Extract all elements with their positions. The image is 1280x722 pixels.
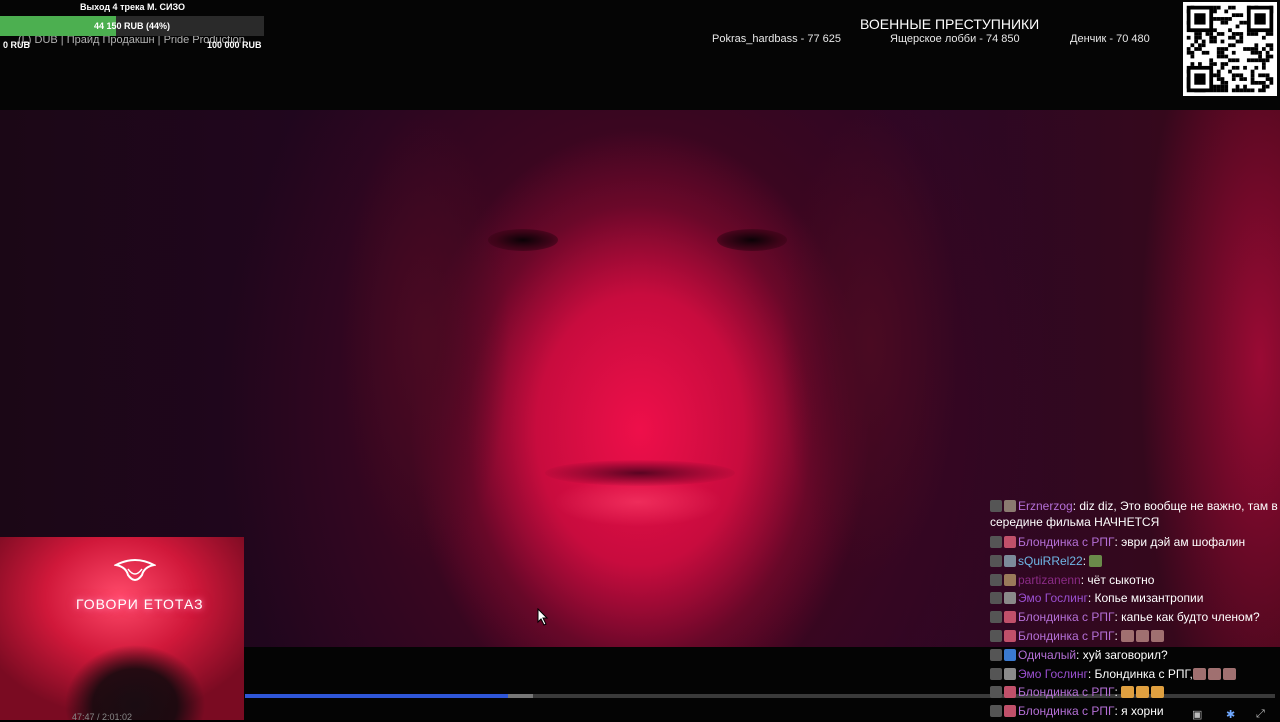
chat-emote-icon — [1151, 686, 1165, 699]
chat-badge-icon — [990, 648, 1002, 661]
chat-emote-icon — [1121, 629, 1135, 642]
goal-title: Выход 4 трека М. СИЗО — [80, 2, 185, 12]
chat-badge-icon — [1004, 629, 1016, 642]
face-mouth — [545, 460, 735, 486]
chat-badge-icon — [1004, 667, 1016, 680]
chat-username[interactable]: Блондинка с РПГ — [1018, 704, 1115, 718]
leaderboard-entry: Pokras_hardbass - 77 625 — [712, 33, 842, 45]
chat-badge-icon — [1004, 686, 1016, 699]
chat-emote-icon — [1151, 629, 1165, 642]
face-eye-right — [717, 229, 787, 251]
chat-badge-icon — [1004, 500, 1016, 512]
chat-emote-icon — [1089, 554, 1103, 567]
goal-progress-bar: 44 150 RUB (44%) — [0, 16, 264, 36]
chat-emote-icon — [1207, 667, 1221, 680]
chat-username[interactable]: Одичалый — [1018, 648, 1076, 662]
chat-badge-icon — [1004, 573, 1016, 586]
chat-message: Блондинка с РПГ: я хорни — [990, 702, 1278, 720]
chat-message: Эмо Гослинг: Блондинка с РПГ, — [990, 665, 1278, 684]
chat-message: partizanenn: чёт сыкотно — [990, 571, 1278, 590]
chat-text: капье как будто членом? — [1121, 610, 1260, 625]
qr-code — [1183, 2, 1277, 96]
chat-separator: : — [1076, 647, 1083, 662]
chat-badge-icon — [990, 667, 1002, 680]
neon-sign-text: ГОВОРИ ЕТОТАЗ — [76, 596, 204, 612]
chat-message: Erznerzog: diz diz, Это вообще не важно,… — [990, 498, 1278, 530]
chat-message: Эмо Гослинг: Копье мизантропии — [990, 589, 1278, 608]
player-progress-fill — [245, 694, 508, 698]
chat-badge-icon — [1004, 648, 1016, 661]
goal-max-label: 100 000 RUB — [207, 40, 262, 50]
chat-badge-icon — [990, 500, 1002, 512]
chat-badge-icon — [990, 536, 1002, 548]
chat-text: я хорни — [1121, 704, 1164, 719]
chat-message: Блондинка с РПГ: эври дэй ам шофалин — [990, 533, 1278, 552]
chat-emote-icon — [1192, 667, 1206, 680]
chat-username[interactable]: Эмо Гослинг — [1018, 591, 1088, 605]
chat-separator: : — [1114, 628, 1122, 643]
hair-shadow-right — [780, 110, 960, 580]
chat-username[interactable]: Эмо Гослинг — [1018, 667, 1088, 681]
chat-badge-icon — [990, 705, 1002, 718]
webcam-timestamp: 47:47 / 2:01:02 — [72, 712, 133, 722]
leaderboard-entry: Ящерское лобби - 74 850 — [890, 33, 1020, 45]
chat-username[interactable]: sQuiRRel22 — [1018, 554, 1083, 568]
mouse-cursor-icon — [537, 608, 549, 626]
chat-badge-icon — [1004, 611, 1016, 624]
chat-emote-icon — [1136, 686, 1150, 699]
chat-username[interactable]: partizanenn — [1018, 573, 1081, 587]
chat-badge-icon — [1004, 705, 1016, 718]
chat-message: Блондинка с РПГ: капье как будто членом? — [990, 608, 1278, 627]
chat-username[interactable]: Блондинка с РПГ — [1018, 629, 1115, 643]
chat-badge-icon — [990, 592, 1002, 605]
chat-username[interactable]: Erznerzog — [1018, 499, 1073, 513]
chat-message: Блондинка с РПГ: — [990, 683, 1278, 702]
chat-panel: Erznerzog: diz diz, Это вообще не важно,… — [990, 498, 1278, 720]
chat-text: Копье мизантропии — [1094, 591, 1204, 606]
chat-text: хуй заговорил? — [1082, 647, 1168, 662]
chat-separator: : — [1087, 666, 1095, 681]
hair-shadow-left — [340, 110, 510, 570]
chat-emote-icon — [1121, 686, 1135, 699]
neon-bird-logo-icon — [114, 559, 156, 581]
face-eye-left — [488, 229, 558, 251]
leaderboard-title: ВОЕННЫЕ ПРЕСТУПНИКИ — [860, 16, 1040, 32]
player-buffer-fill — [507, 694, 534, 698]
goal-min-label: 0 RUB — [3, 40, 31, 50]
chat-badge-icon — [990, 573, 1002, 586]
chat-emote-icon — [1222, 667, 1236, 680]
chat-separator: : — [1082, 553, 1090, 568]
chat-badge-icon — [990, 629, 1002, 642]
chat-text: Блондинка с РПГ, — [1094, 666, 1193, 681]
chat-username[interactable]: Блондинка с РПГ — [1018, 610, 1115, 624]
chat-badge-icon — [990, 611, 1002, 624]
chat-badge-icon — [1004, 592, 1016, 605]
chat-separator: : — [1114, 685, 1122, 700]
chat-badge-icon — [1004, 536, 1016, 548]
chat-username[interactable]: Блондинка с РПГ — [1018, 535, 1115, 549]
chat-separator: : — [1087, 591, 1095, 606]
donation-goal: Выход 4 трека М. СИЗО 44 150 RUB (44%) 0… — [0, 0, 265, 50]
leaderboard-entry: Денчик - 70 480 — [1070, 33, 1150, 45]
chat-message: sQuiRRel22: — [990, 552, 1278, 571]
chat-badge-icon — [990, 554, 1002, 567]
chat-emote-icon — [1136, 629, 1150, 642]
chat-message: Блондинка с РПГ: — [990, 627, 1278, 646]
goal-progress-text: 44 150 RUB (44%) — [93, 21, 171, 31]
chat-text: чёт сыкотно — [1087, 572, 1155, 587]
chat-badge-icon — [990, 686, 1002, 699]
chat-badge-icon — [1004, 554, 1016, 567]
chat-text: эври дэй ам шофалин — [1121, 535, 1246, 549]
chat-message: Одичалый: хуй заговорил? — [990, 646, 1278, 665]
chat-username[interactable]: Блондинка с РПГ — [1018, 685, 1115, 699]
